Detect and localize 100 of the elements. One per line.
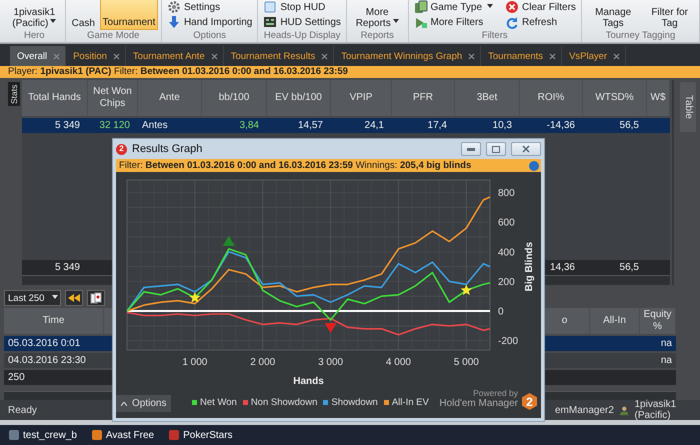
close-icon[interactable] [549, 52, 556, 60]
ribbon-button[interactable]: Settings [164, 0, 222, 14]
taskbar-item[interactable]: Avast Free [90, 429, 154, 441]
cards-button[interactable] [87, 290, 105, 306]
ribbon-button[interactable]: Refresh [503, 16, 578, 30]
ribbon-button[interactable]: More Reports [350, 0, 404, 30]
column-header[interactable]: PFR [392, 80, 455, 116]
caret-icon [50, 19, 56, 23]
ribbon-button[interactable]: Cash [68, 0, 98, 30]
column-header[interactable]: Time [4, 308, 104, 334]
taskbar-item[interactable]: test_crew_b [8, 429, 77, 441]
table-cell-text: -14,36 [546, 119, 576, 133]
status-text: emManager2 [555, 404, 614, 416]
close-icon[interactable] [53, 52, 60, 60]
legend-label: Non Showdown [250, 397, 318, 408]
column-header[interactable]: 3Bet [455, 80, 520, 116]
group-label: Hero [24, 30, 45, 42]
y-tick-label: 0 [498, 306, 504, 318]
user-icon [620, 404, 628, 416]
axis-title: Big Blinds [524, 242, 535, 292]
table-cell-text: 24,1 [364, 119, 385, 133]
column-header[interactable]: All-In [590, 308, 640, 334]
side-tab[interactable]: Stats [8, 82, 20, 106]
rewind-button[interactable] [65, 290, 83, 306]
table-cell-text: Antes [141, 119, 169, 133]
column-header[interactable]: WTSD% [583, 80, 647, 116]
x-tick-label: 5 000 [454, 357, 479, 368]
user-name: 1pivasik1 (Pacific) [634, 399, 678, 421]
table-cell-text: 5 349 [54, 261, 81, 275]
y-tick-label: 600 [498, 218, 515, 229]
cards-icon [90, 292, 102, 304]
group-label: Game Mode [87, 30, 140, 42]
table-cell-text: 56,5 [618, 261, 640, 275]
y-tick-label: 800 [498, 188, 515, 200]
filter-text: Filter: Between 01.03.2016 0:00 and 16.03.2016 23:59 Winnings: 205,4 big blinds [119, 159, 472, 172]
column-header[interactable]: ROI% [520, 80, 583, 116]
ribbon-button[interactable]: Hand Importing [164, 15, 254, 29]
table-cell-text: 3,84 [238, 119, 260, 133]
ribbon-button[interactable]: 1pivasik1 (Pacific) [7, 0, 62, 30]
close-button[interactable] [511, 142, 541, 156]
caret-icon [392, 19, 399, 23]
table-cell-text: 32 120 [98, 119, 131, 133]
ribbon-button[interactable]: Stop HUD [261, 0, 328, 14]
column-header[interactable]: W$ [647, 80, 670, 116]
powered-by-text: Powered by [473, 388, 518, 398]
column-header[interactable]: bb/100 [202, 80, 267, 116]
side-tab[interactable]: Table [680, 82, 696, 132]
column-header[interactable]: Equity % [640, 308, 676, 334]
column-header[interactable]: Net Won Chips [88, 80, 138, 116]
maximize-button[interactable] [486, 142, 506, 156]
app-icon [8, 429, 20, 441]
window-title: Results Graph [132, 143, 204, 155]
legend-label: All-In EV [392, 397, 429, 408]
table-cell-text: 250 [7, 371, 26, 386]
group-label: Reports [360, 30, 394, 42]
table-cell-text: 17,4 [426, 119, 448, 133]
ribbon-button[interactable]: HUD Settings [261, 15, 343, 29]
down-arrow-icon [166, 15, 181, 29]
ribbon-button[interactable]: Tournament [100, 0, 158, 30]
ribbon-button[interactable]: Game Type [412, 0, 496, 14]
ribbon-button[interactable]: Filter for Tag [643, 0, 696, 30]
close-icon[interactable] [468, 52, 476, 60]
ribbon-button[interactable]: Manage Tags [584, 0, 642, 30]
ribbon-button[interactable]: Clear Filters [503, 0, 578, 14]
options-button[interactable]: Options [116, 395, 172, 412]
column-header[interactable]: Ante [138, 80, 202, 116]
grid-icon [263, 15, 278, 29]
column-header[interactable]: EV bb/100 [267, 80, 331, 116]
square-icon [263, 0, 278, 14]
range-dropdown[interactable]: Last 250 [4, 290, 61, 306]
table-cell-text: 14,57 [296, 119, 324, 133]
column-header[interactable]: VPIP [331, 80, 392, 116]
close-icon[interactable] [112, 52, 120, 60]
minimize-button[interactable] [461, 142, 481, 156]
table-cell-text: 05.03.2016 0:01 [7, 337, 82, 352]
column-header[interactable]: Total Hands [22, 80, 88, 116]
caret-icon [52, 294, 58, 298]
settings-icon [166, 0, 181, 14]
app-icon [90, 429, 103, 441]
table-cell-text: 04.03.2016 23:30 [7, 354, 87, 368]
close-icon[interactable] [613, 52, 620, 60]
table-row[interactable]: 5 349 32 120 Antes 3,84 14,57 24,1 17,4 10,3 -14,36 56,5 [22, 118, 670, 133]
clear-icon [505, 0, 520, 14]
filter-text: Player: 1pivasik1 (PAC) Filter: Between 01.03.2016 0:00 and 16.03.2016 23:59 [0, 66, 700, 78]
y-tick-label: 400 [498, 247, 515, 258]
close-icon[interactable] [321, 52, 328, 60]
tab[interactable]: Overall [10, 46, 66, 66]
x-tick-label: 1 000 [182, 357, 208, 368]
minimize-icon [467, 148, 475, 150]
table-cell-text: 10,3 [492, 119, 513, 133]
ribbon-button[interactable]: More Filters [412, 16, 496, 30]
close-icon[interactable] [210, 52, 218, 60]
logo: 2 [522, 393, 537, 410]
legend-label: Net Won [200, 397, 237, 408]
group-label: Filters [482, 30, 508, 42]
rewind-icon [68, 294, 80, 302]
help-icon[interactable] [529, 160, 539, 170]
taskbar-item[interactable]: PokerStars [168, 429, 233, 441]
maximize-icon [492, 146, 500, 152]
caret-icon [487, 4, 494, 8]
